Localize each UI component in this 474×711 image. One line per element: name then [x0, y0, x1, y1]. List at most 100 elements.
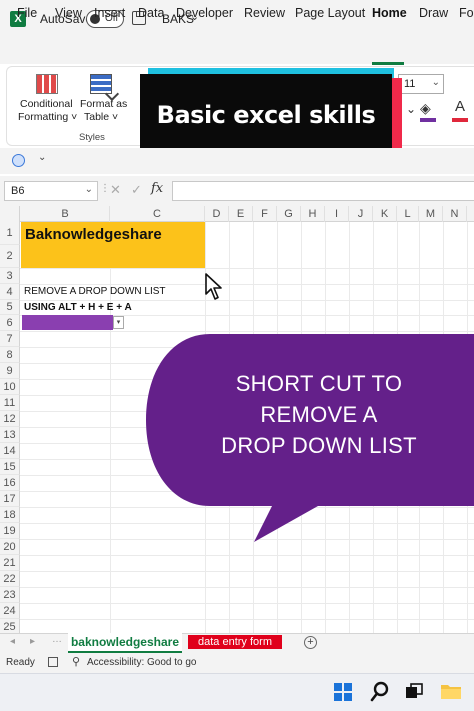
row-header-21[interactable]: 21: [0, 555, 20, 571]
insert-function-icon[interactable]: fx: [151, 181, 163, 196]
row-header-18[interactable]: 18: [0, 507, 20, 523]
column-header-g[interactable]: G: [277, 206, 301, 222]
column-header-h[interactable]: H: [301, 206, 325, 222]
column-header-d[interactable]: D: [205, 206, 229, 222]
accessibility-status[interactable]: Accessibility: Good to go: [87, 657, 197, 668]
search-icon[interactable]: [370, 681, 390, 703]
column-header-f[interactable]: F: [253, 206, 277, 222]
column-header-n[interactable]: N: [443, 206, 467, 222]
bubble-text: SHORT CUT TO REMOVE A DROP DOWN LIST: [190, 368, 448, 461]
column-header-l[interactable]: L: [397, 206, 419, 222]
bubble-line-3: DROP DOWN LIST: [221, 433, 417, 458]
column-header-i[interactable]: I: [325, 206, 349, 222]
font-size-select[interactable]: 11 ⌄: [398, 74, 444, 94]
conditional-formatting-label-1[interactable]: Conditional: [20, 98, 73, 111]
format-as-table-icon[interactable]: [90, 74, 112, 94]
format-as-table-label-1[interactable]: Format as: [80, 98, 127, 111]
font-size-value: 11: [404, 78, 416, 90]
grid-line: [20, 300, 474, 301]
row-header-25[interactable]: 25: [0, 619, 20, 633]
row-header-1[interactable]: 1: [0, 222, 20, 245]
formula-input[interactable]: [172, 181, 474, 201]
row-header-12[interactable]: 12: [0, 411, 20, 427]
styles-group-label: Styles: [79, 132, 105, 143]
cell-b5[interactable]: USING ALT + H + E + A: [24, 302, 132, 313]
next-sheet-icon[interactable]: ▸: [30, 636, 35, 647]
tab-home[interactable]: Home: [372, 6, 407, 20]
row-header-6[interactable]: 6: [0, 315, 20, 331]
tab-view[interactable]: View: [55, 6, 82, 20]
accessibility-icon[interactable]: ⚲: [72, 655, 80, 668]
tab-formulas-partial[interactable]: Fo: [459, 6, 474, 20]
add-sheet-icon[interactable]: +: [304, 636, 317, 649]
select-all-corner[interactable]: [0, 206, 20, 222]
row-header-17[interactable]: 17: [0, 491, 20, 507]
bubble-line-1: SHORT CUT TO: [235, 371, 403, 396]
row-header-24[interactable]: 24: [0, 603, 20, 619]
row-header-13[interactable]: 13: [0, 427, 20, 443]
column-header-b[interactable]: B: [21, 206, 110, 222]
column-header-j[interactable]: J: [349, 206, 373, 222]
cell-b4[interactable]: REMOVE A DROP DOWN LIST: [24, 286, 166, 297]
font-color-icon[interactable]: A: [455, 98, 465, 115]
column-header-e[interactable]: E: [229, 206, 253, 222]
sheet-tab-baknowledgeshare[interactable]: baknowledgeshare: [68, 633, 182, 653]
row-header-2[interactable]: 2: [0, 245, 20, 268]
quick-access-row: [0, 148, 474, 174]
cell-b1-text: Baknowledgeshare: [25, 226, 162, 243]
tab-data[interactable]: Data: [138, 6, 164, 20]
column-header-c[interactable]: C: [110, 206, 205, 222]
cancel-icon[interactable]: ✕: [110, 182, 121, 198]
row-header-22[interactable]: 22: [0, 571, 20, 587]
copilot-icon[interactable]: [12, 154, 25, 167]
fill-color-swatch: [420, 118, 436, 122]
name-box[interactable]: B6 ⌄: [4, 181, 98, 201]
tab-insert[interactable]: Insert: [94, 6, 125, 20]
chevron-down-icon[interactable]: ⌄: [38, 152, 46, 163]
tab-file[interactable]: File: [17, 6, 37, 20]
chevron-down-icon[interactable]: ⌄: [406, 102, 416, 116]
row-header-20[interactable]: 20: [0, 539, 20, 555]
sheet-tab-data-entry-form[interactable]: data entry form: [188, 635, 282, 649]
tab-draw[interactable]: Draw: [419, 6, 448, 20]
prev-sheet-icon[interactable]: ◂: [10, 636, 15, 647]
mouse-pointer-icon: [205, 273, 222, 300]
grid-line: [20, 619, 474, 620]
cell-b6-dropdown[interactable]: [22, 315, 113, 330]
enter-icon[interactable]: ✓: [131, 182, 142, 198]
row-header-23[interactable]: 23: [0, 587, 20, 603]
row-header-15[interactable]: 15: [0, 459, 20, 475]
macro-record-icon[interactable]: [48, 657, 58, 667]
row-header-11[interactable]: 11: [0, 395, 20, 411]
tab-page-layout[interactable]: Page Layout: [295, 6, 365, 20]
row-header-10[interactable]: 10: [0, 379, 20, 395]
dropdown-arrow-icon[interactable]: ▾: [113, 316, 124, 329]
row-header-8[interactable]: 8: [0, 347, 20, 363]
fill-color-icon[interactable]: ◈: [420, 100, 438, 118]
banner-title: Basic excel skills: [156, 101, 376, 129]
tab-developer[interactable]: Developer: [176, 6, 233, 20]
name-box-value: B6: [11, 185, 25, 197]
grid-line: [20, 603, 474, 604]
row-header-16[interactable]: 16: [0, 475, 20, 491]
active-tab-indicator: [372, 62, 404, 65]
format-as-table-label-2[interactable]: Table ˅: [84, 111, 118, 124]
row-header-3[interactable]: 3: [0, 268, 20, 284]
column-header-k[interactable]: K: [373, 206, 397, 222]
more-sheets-icon[interactable]: …: [52, 634, 62, 645]
windows-start-icon[interactable]: [334, 683, 352, 701]
tab-review[interactable]: Review: [244, 6, 285, 20]
conditional-formatting-label-2[interactable]: Formatting ˅: [18, 111, 77, 124]
file-explorer-icon[interactable]: [440, 682, 462, 700]
column-header-m[interactable]: M: [419, 206, 443, 222]
conditional-formatting-icon[interactable]: [36, 74, 58, 94]
row-header-4[interactable]: 4: [0, 284, 20, 300]
row-header-7[interactable]: 7: [0, 331, 20, 347]
task-view-icon[interactable]: [405, 683, 423, 699]
row-header-9[interactable]: 9: [0, 363, 20, 379]
formula-bar-grip-icon[interactable]: ⋮: [100, 183, 110, 194]
row-header-14[interactable]: 14: [0, 443, 20, 459]
row-header-5[interactable]: 5: [0, 300, 20, 315]
status-ready: Ready: [6, 657, 35, 668]
row-header-19[interactable]: 19: [0, 523, 20, 539]
